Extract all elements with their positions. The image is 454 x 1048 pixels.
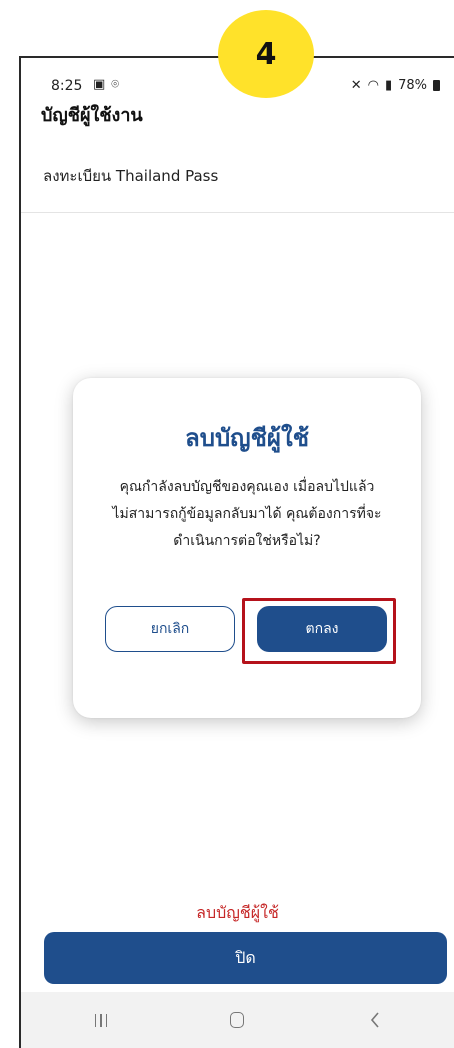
dialog-title: ลบบัญชีผู้ใช้ [185,424,309,452]
gallery-icon: ▣ [93,77,106,92]
dialog-message-line: ดำเนินการต่อใช่หรือไม่? [173,533,321,549]
dialog-message-line: ไม่สามารถกู้ข้อมูลกลับมาได้ คุณต้องการที… [112,506,382,522]
battery-icon [433,80,440,91]
dialog-message: คุณกำลังลบบัญชีของคุณเอง เมื่อลบไปแล้ว ไ… [87,474,407,555]
page-title: บัญชีผู้ใช้งาน [41,105,143,126]
status-left-icons: ▣ ⌾ [93,77,119,92]
home-icon[interactable] [217,1006,257,1034]
location-icon: ⌾ [111,77,120,92]
status-right-icons: ✕ ◠ ▮ 78% [351,78,440,93]
signal-icon: ▮ [384,78,393,93]
wifi-icon: ◠ [367,78,379,93]
close-button[interactable]: ปิด [44,932,447,984]
confirm-button-highlight [242,598,396,664]
dialog-message-line: คุณกำลังลบบัญชีของคุณเอง เมื่อลบไปแล้ว [119,479,375,495]
delete-account-dialog: ลบบัญชีผู้ใช้ คุณกำลังลบบัญชีของคุณเอง เ… [73,378,421,718]
recents-icon[interactable] [81,1006,121,1034]
cancel-button[interactable]: ยกเลิก [105,606,235,652]
status-time: 8:25 [51,78,83,94]
page-subtitle: ลงทะเบียน Thailand Pass [43,167,219,185]
battery-percent: 78% [398,78,427,93]
mute-icon: ✕ [350,78,362,93]
system-nav-bar [21,992,454,1048]
header-divider [21,212,454,213]
phone-screen: 8:25 ▣ ⌾ ✕ ◠ ▮ 78% บัญชีผู้ใช้งาน ลงทะเบ… [19,56,454,1048]
delete-account-link[interactable]: ลบบัญชีผู้ใช้ [21,901,454,926]
back-icon[interactable] [355,1006,395,1034]
step-number-badge: 4 [218,10,314,98]
